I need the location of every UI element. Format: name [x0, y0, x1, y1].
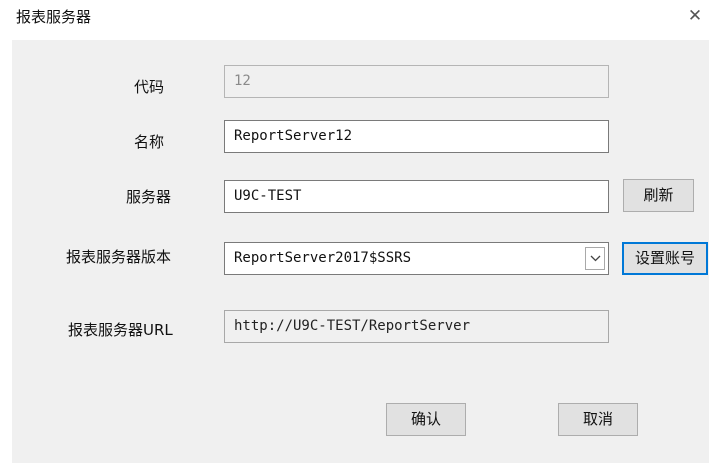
set-account-button[interactable]: 设置账号	[622, 242, 708, 275]
name-label: 名称	[134, 133, 165, 151]
server-label: 服务器	[126, 188, 172, 206]
code-field: 12	[224, 65, 609, 98]
title-bar: 报表服务器 ✕	[0, 0, 709, 36]
version-select[interactable]: ReportServer2017$SSRS	[224, 242, 609, 275]
chevron-down-icon[interactable]	[585, 247, 605, 270]
window-title: 报表服务器	[16, 8, 92, 26]
refresh-button[interactable]: 刷新	[623, 179, 694, 212]
code-label: 代码	[134, 78, 165, 96]
url-field: http://U9C-TEST/ReportServer	[224, 310, 609, 343]
url-label: 报表服务器URL	[68, 321, 173, 339]
version-label: 报表服务器版本	[66, 248, 172, 266]
name-field[interactable]: ReportServer12	[224, 120, 609, 153]
server-field[interactable]: U9C-TEST	[224, 180, 609, 213]
close-icon[interactable]: ✕	[683, 4, 707, 28]
confirm-button[interactable]: 确认	[386, 403, 466, 436]
version-selected-value: ReportServer2017$SSRS	[234, 250, 412, 266]
dialog-body: 代码 12 名称 ReportServer12 服务器 U9C-TEST 刷新 …	[12, 40, 709, 463]
cancel-button[interactable]: 取消	[558, 403, 638, 436]
